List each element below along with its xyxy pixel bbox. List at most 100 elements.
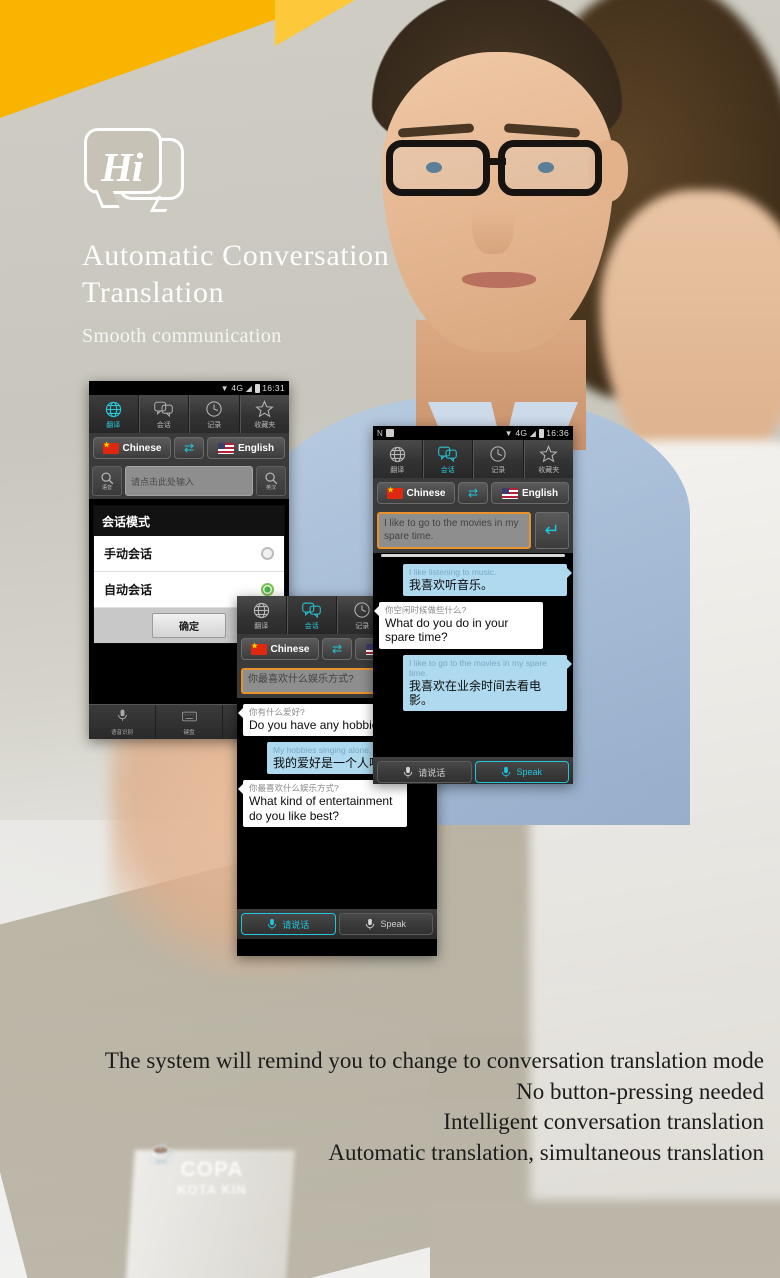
signal-icon: ◢ — [529, 428, 537, 438]
phone1-tab-bar: 翻译 会话 记录 收藏夹 — [89, 395, 289, 433]
tab-conversation-label: 会话 — [304, 623, 319, 630]
radio-auto-icon[interactable] — [261, 583, 274, 596]
phone2-chat-area[interactable]: I like listening to music. 我喜欢听音乐。 你空闲时候… — [373, 564, 573, 757]
flag-china-icon — [250, 642, 267, 655]
source-language-label: Chinese — [270, 643, 310, 655]
conversation-input[interactable]: I like to go to the movies in my spare t… — [377, 512, 531, 549]
swap-languages-button[interactable]: ⇄ — [174, 437, 204, 459]
hero-title: Automatic Conversation Translation — [82, 239, 390, 309]
target-language-label: English — [237, 442, 275, 454]
dictionary-search-button[interactable]: 英汉 — [256, 466, 286, 496]
star-icon — [241, 399, 290, 419]
tab-history-label: 记录 — [491, 467, 506, 474]
input-method-voice-label: 语音识别 — [110, 730, 133, 736]
tab-translate-label: 翻译 — [390, 467, 405, 474]
voice-search-label: 语音 — [101, 485, 112, 491]
chat-bubble-translation: What do you do in your spare time? — [385, 616, 509, 645]
scroll-indicator[interactable] — [373, 553, 573, 558]
tab-translate[interactable]: 翻译 — [373, 440, 423, 478]
mic-button-chinese[interactable]: 请说话 — [377, 761, 472, 783]
chat-bubble-translation: 我喜欢在业余时间去看电影。 — [409, 678, 542, 707]
send-button[interactable]: ↵ — [535, 512, 569, 549]
tab-favorites-label: 收藏夹 — [538, 467, 560, 474]
tab-favorites[interactable]: 收藏夹 — [239, 395, 290, 433]
target-language-button[interactable]: English — [207, 437, 285, 459]
source-language-label: Chinese — [122, 442, 162, 454]
caption-line-4: Automatic translation, simultaneous tran… — [328, 1139, 764, 1165]
clock-label: 16:36 — [546, 428, 569, 438]
search-input[interactable]: 请点击此处输入 — [125, 466, 253, 496]
network-label: 4G — [515, 428, 528, 438]
swap-languages-button[interactable]: ⇄ — [458, 482, 488, 504]
speech-bubble-front-icon: Hi — [84, 128, 162, 194]
keyboard-icon — [181, 711, 197, 722]
chat-bubble-translation: Do you have any hobbies? — [249, 718, 392, 733]
mic-button-english[interactable]: Speak — [474, 761, 569, 783]
target-language-label: English — [521, 487, 559, 499]
flag-china-icon — [386, 486, 403, 499]
wifi-icon: ▼ — [220, 383, 229, 393]
nfc-icon: N — [377, 428, 384, 438]
tab-conversation[interactable]: 会话 — [286, 596, 337, 634]
phone1-status-bar: ▼ 4G ◢ 16:31 — [89, 381, 289, 395]
radio-manual-icon[interactable] — [261, 547, 274, 560]
phone3-mic-bar: 请说话 Speak — [237, 909, 437, 939]
chat-bubble-translation: 我喜欢听音乐。 — [409, 578, 494, 593]
chat-bubble: I like to go to the movies in my spare t… — [403, 654, 572, 711]
tab-history[interactable]: 记录 — [473, 440, 524, 478]
phone1-language-bar: Chinese ⇄ English — [89, 433, 289, 463]
chat-bubble-source: I like listening to music. — [409, 567, 497, 577]
flag-usa-icon — [217, 442, 234, 454]
chat-bubbles-icon — [288, 600, 337, 620]
tab-conversation[interactable]: 会话 — [422, 440, 473, 478]
mic-button-english[interactable]: Speak — [338, 913, 433, 935]
voice-search-button[interactable]: 语音 — [92, 466, 122, 496]
input-method-keyboard-label: 键盘 — [183, 730, 195, 736]
caption-line-3: Intelligent conversation translation — [443, 1109, 764, 1135]
dialog-option-manual-label: 手动会话 — [104, 547, 153, 561]
globe-icon — [89, 399, 138, 419]
chat-bubble: 你最喜欢什么娱乐方式? What kind of entertainment d… — [238, 780, 407, 827]
dictionary-search-label: 英汉 — [265, 485, 276, 491]
phone2-tab-bar: 翻译 会话 记录 收藏夹 — [373, 440, 573, 478]
source-language-button[interactable]: Chinese — [93, 437, 171, 459]
clock-icon — [474, 444, 523, 464]
source-language-button[interactable]: Chinese — [241, 638, 319, 660]
flag-usa-icon — [501, 487, 518, 499]
tab-history[interactable]: 记录 — [189, 395, 240, 433]
dialog-option-auto-label: 自动会话 — [104, 583, 153, 597]
input-method-keyboard[interactable]: 键盘 — [156, 705, 223, 739]
microphone-icon — [502, 766, 511, 777]
microphone-icon — [404, 766, 413, 777]
carton-subtext: KOTA KIN — [177, 1182, 247, 1197]
chat-bubble: 你空闲时候做些什么? What do you do in your spare … — [374, 602, 543, 649]
globe-icon — [237, 600, 286, 620]
feature-caption: The system will remind you to change to … — [20, 1046, 764, 1168]
swap-languages-button[interactable]: ⇄ — [322, 638, 352, 660]
dialog-confirm-button[interactable]: 确定 — [152, 613, 226, 638]
tab-translate[interactable]: 翻译 — [237, 596, 287, 634]
input-method-voice[interactable]: 语音识别 — [89, 705, 156, 739]
target-language-button[interactable]: English — [491, 482, 569, 504]
flag-china-icon — [102, 441, 119, 454]
microphone-icon — [366, 918, 375, 929]
search-input-placeholder: 请点击此处输入 — [131, 476, 195, 487]
microphone-icon — [268, 918, 277, 929]
mic-button-chinese[interactable]: 请说话 — [241, 913, 336, 935]
tab-favorites[interactable]: 收藏夹 — [523, 440, 574, 478]
search-voice-icon — [101, 472, 114, 485]
tab-conversation[interactable]: 会话 — [138, 395, 189, 433]
phone2-status-bar: N ▼ 4G ◢ 16:36 — [373, 426, 573, 440]
hi-logo-text: Hi — [101, 144, 143, 190]
phone2-mic-bar: 请说话 Speak — [373, 757, 573, 784]
mic-button-english-label: Speak — [516, 767, 543, 777]
phone2-conversation-input-row: I like to go to the movies in my spare t… — [373, 508, 573, 553]
swap-arrows-icon: ⇄ — [183, 441, 195, 455]
swap-arrows-icon: ⇄ — [331, 642, 343, 656]
chat-bubbles-icon — [140, 399, 189, 419]
network-label: 4G — [231, 383, 244, 393]
source-language-button[interactable]: Chinese — [377, 482, 455, 504]
chat-bubble-source: I like to go to the movies in my spare t… — [409, 657, 547, 678]
dialog-option-manual[interactable]: 手动会话 — [94, 536, 284, 572]
tab-translate[interactable]: 翻译 — [89, 395, 139, 433]
